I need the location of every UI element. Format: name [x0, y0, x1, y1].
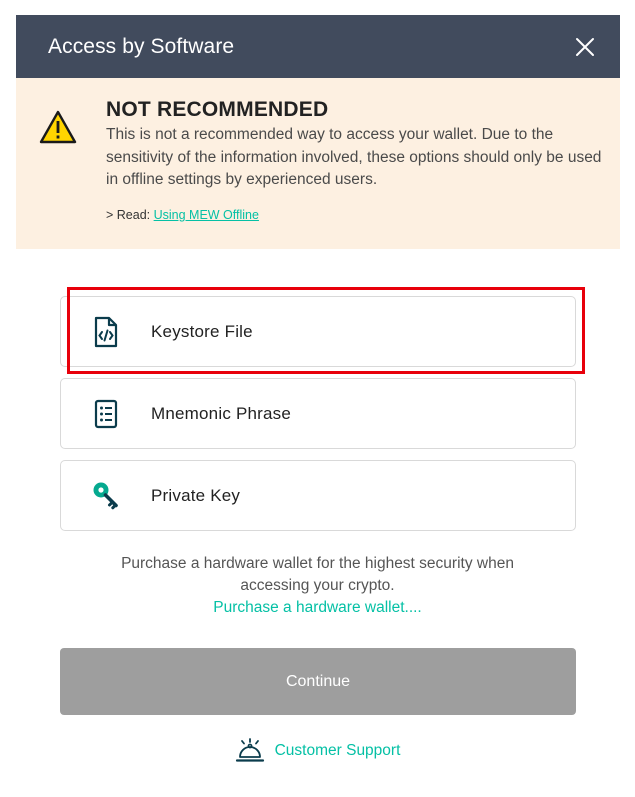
keystore-file-label: Keystore File: [151, 321, 253, 341]
customer-support-label: Customer Support: [274, 742, 401, 759]
private-key-label: Private Key: [151, 485, 241, 505]
dialog-title: Access by Software: [48, 34, 235, 58]
continue-button[interactable]: Continue: [60, 648, 576, 715]
option-mnemonic-phrase[interactable]: Mnemonic Phrase: [60, 378, 576, 449]
keystore-file-icon: [91, 315, 121, 349]
warning-triangle-icon: [39, 110, 77, 144]
purchase-text-line-2: accessing your crypto.: [240, 577, 395, 594]
option-private-key[interactable]: Private Key: [60, 460, 576, 531]
key-icon: [91, 479, 121, 513]
dialog-header: Access by Software: [16, 15, 620, 78]
customer-support-link[interactable]: Customer Support: [0, 738, 635, 764]
mnemonic-list-icon: [91, 397, 121, 431]
purchase-hardware-note: Purchase a hardware wallet for the highe…: [0, 553, 635, 619]
warning-title: NOT RECOMMENDED: [106, 98, 329, 121]
mnemonic-phrase-label: Mnemonic Phrase: [151, 403, 292, 423]
close-icon[interactable]: [572, 34, 598, 60]
option-keystore-file[interactable]: Keystore File: [60, 296, 576, 367]
warning-read-line: > Read: Using MEW Offline: [106, 208, 259, 222]
purchase-text-line-1: Purchase a hardware wallet for the highe…: [121, 555, 514, 572]
purchase-hardware-wallet-link[interactable]: Purchase a hardware wallet....: [213, 597, 422, 619]
service-bell-icon: [235, 738, 265, 764]
read-prefix: > Read:: [106, 208, 154, 222]
using-mew-offline-link[interactable]: Using MEW Offline: [154, 208, 259, 222]
warning-text: This is not a recommended way to access …: [106, 126, 602, 188]
warning-banner: NOT RECOMMENDED This is not a recommende…: [16, 78, 620, 249]
